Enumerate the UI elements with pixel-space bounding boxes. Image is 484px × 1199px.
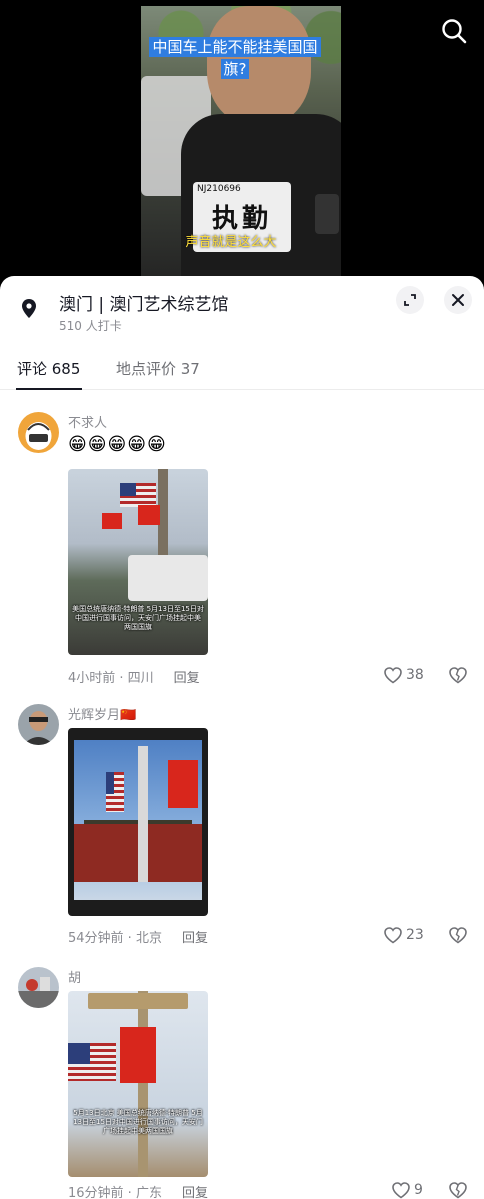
reply-button[interactable]: 回复 bbox=[174, 671, 200, 686]
reply-button[interactable]: 回复 bbox=[182, 931, 208, 946]
tab-place-reviews[interactable]: 地点评价 37 bbox=[116, 358, 200, 379]
avatar[interactable] bbox=[18, 967, 59, 1008]
comment-image[interactable] bbox=[68, 728, 208, 916]
broken-heart-icon bbox=[449, 667, 467, 684]
heart-icon bbox=[384, 667, 402, 684]
flag-pole bbox=[138, 746, 148, 882]
like-count: 38 bbox=[406, 667, 424, 683]
comment-username[interactable]: 胡 bbox=[68, 967, 81, 986]
comment-image[interactable]: 美国总统唐纳德·特朗普 5月13日至15日对中国进行国事访问，天安门广场挂起中美… bbox=[68, 469, 208, 655]
comment-username[interactable]: 不求人 bbox=[68, 412, 107, 431]
broken-heart-icon bbox=[449, 1182, 467, 1199]
vehicle bbox=[128, 555, 208, 601]
broken-heart-icon bbox=[449, 927, 467, 944]
comment-username[interactable]: 光辉岁月🇨🇳 bbox=[68, 704, 136, 723]
video-subtitle: 声音就是这么大 bbox=[185, 235, 277, 250]
like-button[interactable]: 9 bbox=[391, 1181, 423, 1199]
reply-button[interactable]: 回复 bbox=[182, 1186, 208, 1199]
duty-badge-text: 执勤 bbox=[211, 204, 272, 234]
comment-meta: 16分钟前 · 广东 回复 bbox=[68, 1182, 208, 1199]
video-title: 中国车上能不能挂美国国旗? bbox=[145, 36, 325, 80]
like-button[interactable]: 38 bbox=[383, 666, 424, 684]
comment-meta: 4小时前 · 四川 回复 bbox=[68, 667, 200, 686]
video-player[interactable]: 执勤 NJ210696 中国车上能不能挂美国国旗? 声音就是这么大 bbox=[0, 0, 484, 290]
comment-image[interactable]: 5月13日北京 美国总统唐纳德·特朗普 5月13日至15日对中国进行国事访问，天… bbox=[68, 991, 208, 1177]
china-flag bbox=[120, 1027, 156, 1083]
active-tab-indicator bbox=[16, 388, 82, 390]
body-camera bbox=[315, 194, 339, 234]
china-flag bbox=[102, 513, 122, 529]
heart-icon bbox=[384, 927, 402, 944]
search-icon[interactable] bbox=[440, 17, 468, 45]
comment-time-place: 16分钟前 · 广东 bbox=[68, 1186, 162, 1199]
location-sheet: 澳门 | 澳门艺术综艺馆 510 人打卡 评论 685 地点评价 37 不求人 … bbox=[0, 276, 484, 1199]
video-title-text: 中国车上能不能挂美国国旗? bbox=[149, 37, 321, 79]
like-button[interactable]: 23 bbox=[383, 926, 424, 944]
like-count: 9 bbox=[414, 1182, 423, 1198]
flag-pole bbox=[138, 991, 148, 1177]
comment-time-place: 4小时前 · 四川 bbox=[68, 671, 154, 686]
duty-badge-tag: NJ210696 bbox=[197, 184, 241, 194]
comment-text: 😁😁😁😁😁 bbox=[68, 434, 167, 455]
us-flag bbox=[120, 483, 156, 507]
location-checkins: 510 人打卡 bbox=[59, 319, 122, 333]
location-pin-icon bbox=[14, 294, 44, 324]
expand-button[interactable] bbox=[396, 286, 424, 314]
close-button[interactable] bbox=[444, 286, 472, 314]
like-count: 23 bbox=[406, 927, 424, 943]
comment-time-place: 54分钟前 · 北京 bbox=[68, 931, 162, 946]
image-caption: 美国总统唐纳德·特朗普 5月13日至15日对中国进行国事访问，天安门广场挂起中美… bbox=[72, 605, 204, 631]
close-icon bbox=[452, 294, 464, 306]
avatar[interactable] bbox=[18, 412, 59, 453]
dislike-button[interactable] bbox=[448, 926, 468, 948]
tab-comments[interactable]: 评论 685 bbox=[17, 358, 80, 379]
us-flag bbox=[68, 1043, 116, 1081]
dislike-button[interactable] bbox=[448, 666, 468, 688]
expand-icon bbox=[404, 294, 416, 306]
china-flag bbox=[138, 505, 160, 525]
dislike-button[interactable] bbox=[448, 1181, 468, 1199]
heart-icon bbox=[392, 1182, 410, 1199]
location-title[interactable]: 澳门 | 澳门艺术综艺馆 bbox=[59, 290, 229, 315]
tab-bar: 评论 685 地点评价 37 bbox=[0, 354, 484, 390]
lamp-post bbox=[88, 993, 188, 1009]
image-caption: 5月13日北京 美国总统唐纳德·特朗普 5月13日至15日对中国进行国事访问，天… bbox=[73, 1109, 203, 1135]
us-flag bbox=[106, 772, 124, 812]
avatar[interactable] bbox=[18, 704, 59, 745]
china-flag bbox=[168, 760, 198, 808]
comment-meta: 54分钟前 · 北京 回复 bbox=[68, 927, 208, 946]
